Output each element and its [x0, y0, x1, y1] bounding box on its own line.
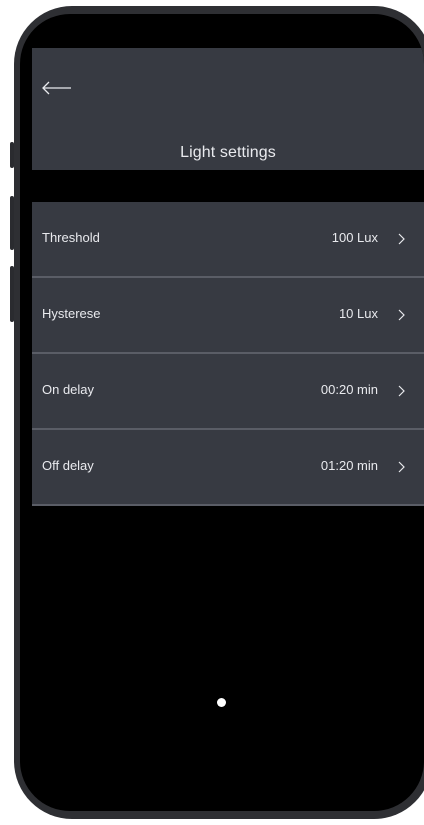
chevron-right-icon [398, 308, 410, 322]
device-mockup: Light settings Threshold 100 Lux Hystere… [0, 0, 424, 825]
chevron-right-icon [398, 384, 410, 398]
setting-label: On delay [42, 382, 95, 397]
setting-value: 00:20 min [320, 382, 378, 397]
app-header: Light settings [32, 48, 424, 170]
settings-list: Threshold 100 Lux Hysterese 10 Lux On de… [32, 202, 424, 506]
setting-row-off-delay[interactable]: Off delay 01:20 min [32, 430, 424, 506]
setting-label: Hysterese [42, 306, 101, 321]
setting-label: Off delay [42, 458, 94, 473]
setting-row-hysterese[interactable]: Hysterese 10 Lux [32, 278, 424, 354]
chevron-right-icon [398, 232, 410, 246]
setting-row-threshold[interactable]: Threshold 100 Lux [32, 202, 424, 278]
home-indicator [217, 698, 226, 707]
page-title: Light settings [180, 144, 276, 161]
setting-value: 10 Lux [338, 306, 378, 321]
setting-value: 100 Lux [331, 230, 378, 245]
setting-label: Threshold [42, 230, 100, 245]
arrow-left-icon [42, 81, 72, 95]
setting-value: 01:20 min [320, 458, 378, 473]
chevron-right-icon [398, 460, 410, 474]
phone-screen: Light settings Threshold 100 Lux Hystere… [20, 14, 424, 811]
back-button[interactable] [42, 70, 78, 106]
setting-row-on-delay[interactable]: On delay 00:20 min [32, 354, 424, 430]
